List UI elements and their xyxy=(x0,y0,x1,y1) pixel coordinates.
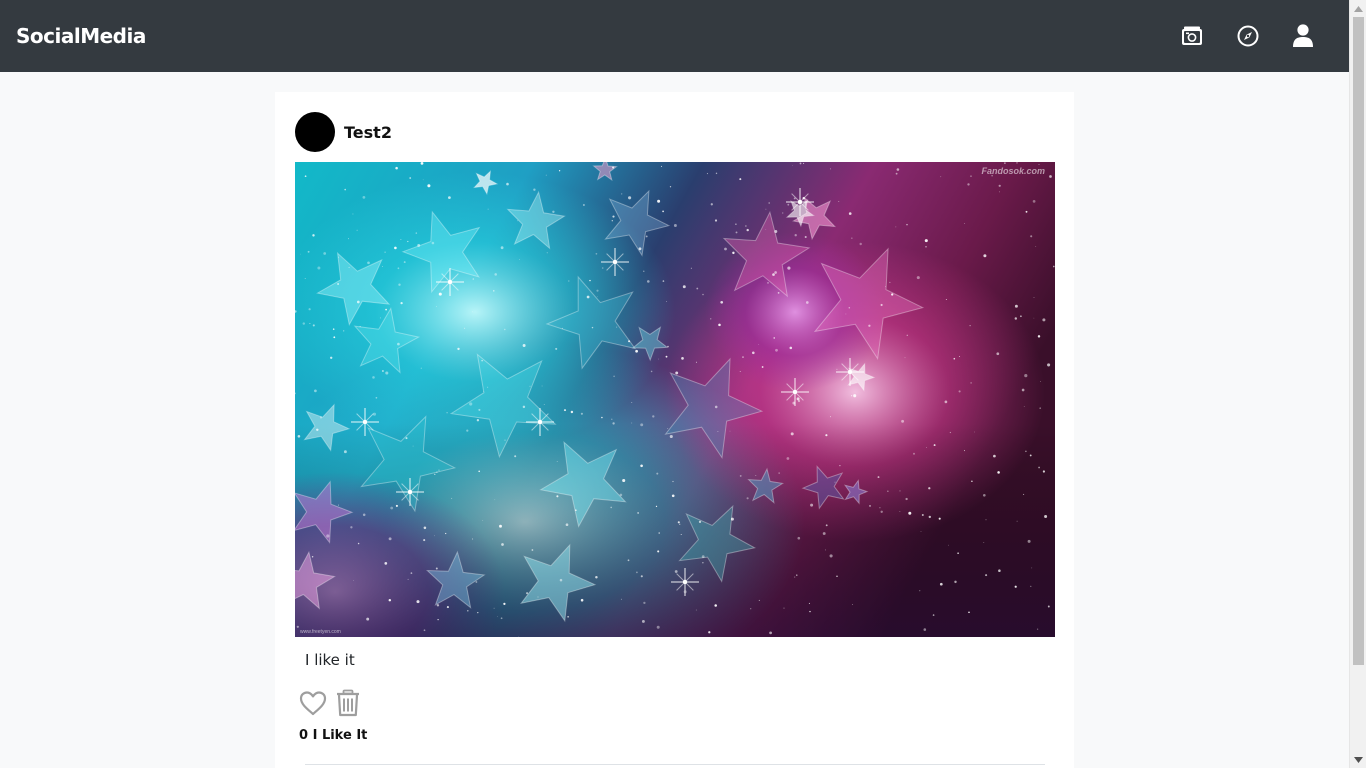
scrollbar-thumb[interactable] xyxy=(1353,17,1364,665)
profile-user-icon[interactable] xyxy=(1291,24,1315,48)
image-footer-text: www.freetyen.com xyxy=(300,629,341,635)
trash-icon[interactable] xyxy=(334,689,362,717)
like-count-label: I Like It xyxy=(312,728,368,743)
starry-background-picture xyxy=(295,162,1055,637)
upload-photo-icon[interactable] xyxy=(1180,24,1204,48)
explore-compass-icon[interactable] xyxy=(1236,24,1260,48)
navbar-icons xyxy=(1180,24,1333,48)
vertical-scrollbar[interactable] xyxy=(1349,0,1366,768)
post-username[interactable]: Test2 xyxy=(344,123,392,142)
post-caption: I like it xyxy=(305,651,355,669)
post-image: Fandosok.com www.freetyen.com xyxy=(295,162,1055,637)
scroll-up-arrow-icon[interactable] xyxy=(1350,0,1366,17)
image-watermark: Fandosok.com xyxy=(981,166,1045,176)
avatar[interactable] xyxy=(295,112,335,152)
post-actions xyxy=(299,689,362,717)
post-card: Test2 Fandosok.com www.freetyen.com I li… xyxy=(275,92,1074,768)
heart-icon[interactable] xyxy=(299,689,327,717)
post-divider xyxy=(305,764,1045,765)
post-header: Test2 xyxy=(295,112,392,152)
brand-logo[interactable]: SocialMedia xyxy=(16,24,146,48)
scroll-down-arrow-icon[interactable] xyxy=(1350,751,1366,768)
like-count-number: 0 xyxy=(299,728,309,743)
top-navbar: SocialMedia xyxy=(0,0,1349,72)
like-count: 0 I Like It xyxy=(299,728,367,743)
